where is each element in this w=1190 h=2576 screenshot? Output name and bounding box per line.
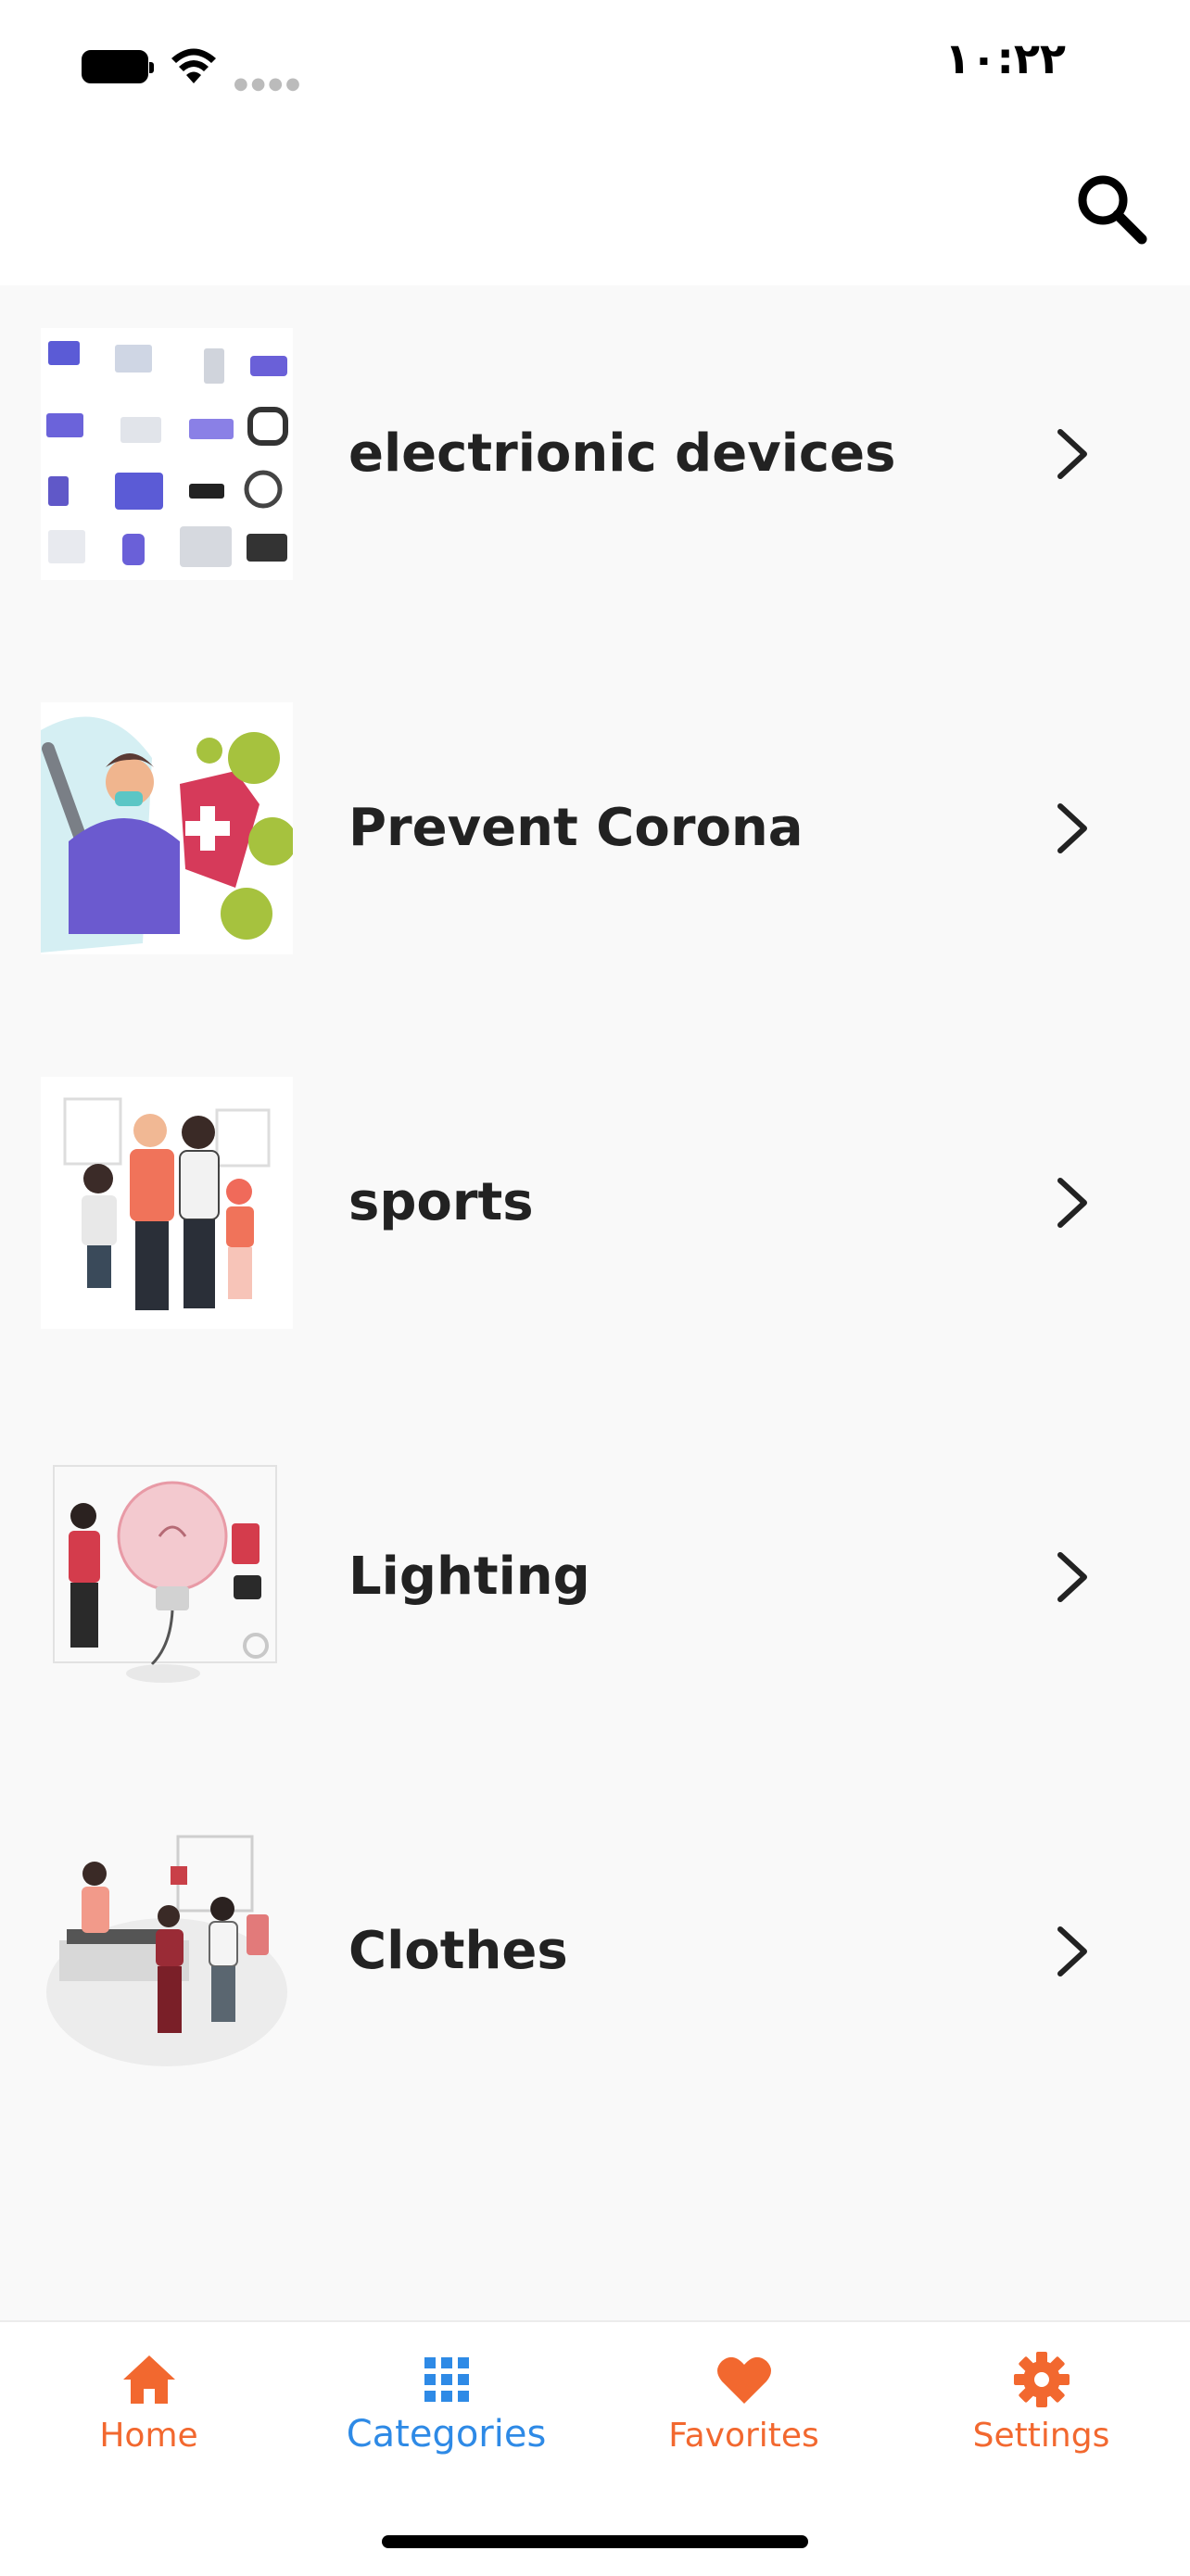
category-thumbnail [41,328,293,580]
lightbulb-illustration [53,1465,277,1683]
battery-icon [82,50,154,83]
category-thumbnail [41,702,293,954]
electronic-devices-illustration [41,328,293,580]
category-item-prevent-corona[interactable]: Prevent Corona [0,660,1190,1034]
clothes-shop-illustration [46,1835,287,2066]
tab-categories[interactable]: Categories [298,2350,595,2456]
heart-icon [716,2356,771,2404]
tab-label: Favorites [668,2417,819,2455]
category-title: electrionic devices [348,423,896,484]
status-bar: ●●●● ١٠:٢٢ [0,0,1190,139]
home-indicator [382,2535,808,2548]
category-item-sports[interactable]: sports [0,1034,1190,1408]
cellular-signal-icon: ●●●● [234,74,303,94]
grid-icon [424,2357,469,2402]
category-title: Clothes [348,1921,568,1981]
tab-label: Settings [972,2417,1110,2455]
chevron-right-icon [1057,1926,1087,1976]
tab-home[interactable]: Home [0,2350,298,2455]
home-icon [122,2355,175,2404]
tab-label: Home [99,2417,198,2455]
prevent-corona-illustration [41,702,293,954]
category-item-clothes[interactable]: Clothes [0,1783,1190,2157]
chevron-right-icon [1057,1552,1087,1602]
category-title: Prevent Corona [348,798,804,858]
category-title: sports [348,1172,534,1232]
category-thumbnail [41,1825,293,2077]
search-icon[interactable] [1070,167,1153,250]
tab-settings[interactable]: Settings [892,2350,1190,2455]
gear-icon [1013,2352,1070,2407]
category-item-electronic-devices[interactable]: electrionic devices [0,285,1190,660]
family-sports-illustration [41,1077,293,1329]
category-thumbnail [41,1077,293,1329]
category-item-lighting[interactable]: Lighting [0,1408,1190,1783]
chevron-right-icon [1057,803,1087,853]
chevron-right-icon [1057,1178,1087,1228]
status-time: ١٠:٢٢ [944,33,1066,83]
wifi-icon [171,48,216,83]
category-thumbnail [41,1451,293,1703]
category-title: Lighting [348,1547,590,1607]
tab-favorites[interactable]: Favorites [595,2350,892,2455]
tab-label: Categories [346,2413,547,2456]
app-bar [0,139,1190,285]
chevron-right-icon [1057,429,1087,479]
